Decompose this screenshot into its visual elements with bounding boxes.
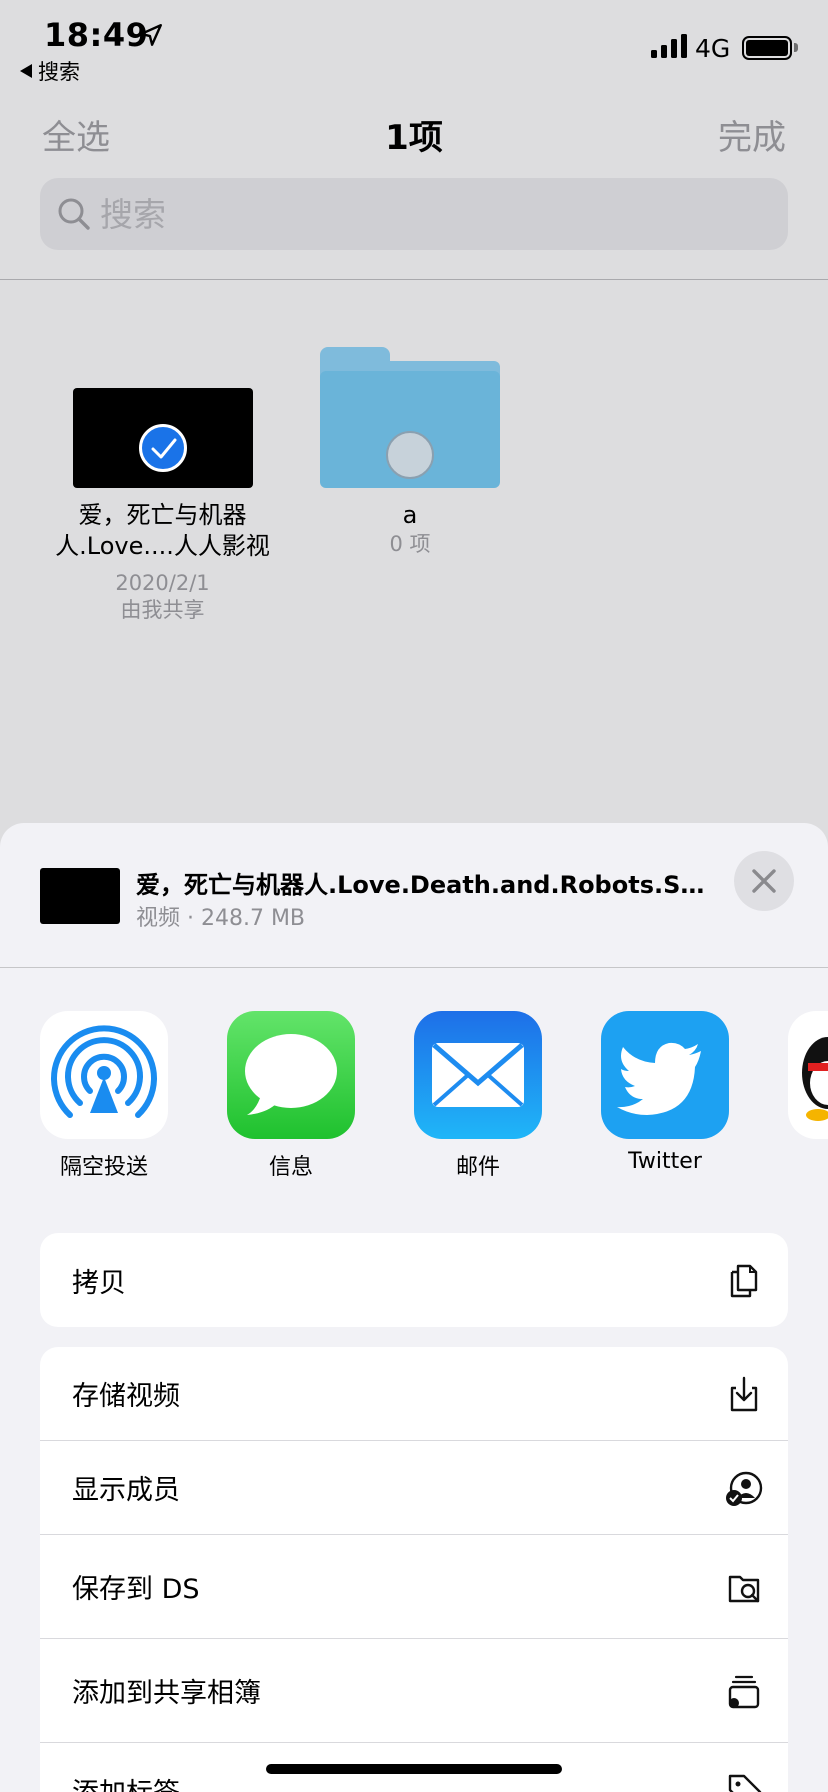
status-time: 18:49 (44, 16, 149, 54)
share-app-twitter[interactable]: Twitter (600, 1011, 730, 1174)
airdrop-icon (40, 1011, 168, 1139)
selected-checkmark-icon (138, 424, 187, 472)
folder-count: 0 项 (389, 532, 431, 556)
action-show-members[interactable]: 显示成员 (40, 1441, 788, 1535)
action-copy[interactable]: 拷贝 (40, 1233, 788, 1327)
back-triangle-icon (20, 64, 32, 78)
file-item-video[interactable]: 爱，死亡与机器 人.Love....人人影视 2020/2/1 由我共享 (40, 340, 285, 624)
share-app-label: Twitter (628, 1149, 702, 1174)
action-add-to-shared-album[interactable]: 添加到共享相簿 (40, 1639, 788, 1743)
twitter-icon (601, 1011, 729, 1139)
members-icon (726, 1471, 763, 1506)
action-label: 添加到共享相簿 (72, 1678, 261, 1709)
share-apps-row: 隔空投送 信息 邮件 Twitter (0, 1011, 828, 1180)
share-app-label: 信息 (268, 1155, 313, 1180)
close-button[interactable] (734, 851, 794, 911)
back-to-app-button[interactable]: 搜索 (20, 56, 80, 86)
share-sheet-header: 爱，死亡与机器人.Love.Death.and.Robots.S01E... 视… (0, 823, 828, 967)
shared-album-icon (728, 1675, 760, 1708)
action-group-main: 存储视频 显示成员 保存到 DS 添加到共享相簿 (40, 1347, 788, 1792)
back-app-label: 搜索 (38, 60, 80, 84)
messages-icon (227, 1011, 355, 1139)
folder-name: a (402, 501, 418, 529)
done-button[interactable]: 完成 (718, 110, 786, 159)
action-label: 拷贝 (72, 1267, 126, 1299)
location-arrow-icon (140, 24, 162, 46)
mail-icon (414, 1011, 542, 1139)
share-app-label: 邮件 (455, 1155, 500, 1180)
action-label: 存储视频 (72, 1381, 180, 1412)
status-bar: 18:49 搜索 4G (0, 0, 828, 90)
action-label: 保存到 DS (72, 1574, 200, 1605)
page-title: 1项 (385, 118, 443, 158)
divider (0, 279, 828, 280)
share-item-subtitle: 视频 · 248.7 MB (136, 906, 306, 931)
battery-cap (794, 43, 798, 52)
file-shared-status: 由我共享 (120, 598, 205, 622)
share-app-messages[interactable]: 信息 (226, 1011, 356, 1181)
share-app-qq[interactable] (787, 1011, 828, 1149)
close-icon (752, 869, 776, 893)
share-sheet: 爱，死亡与机器人.Love.Death.and.Robots.S01E... 视… (0, 823, 828, 1792)
selection-circle-icon (386, 431, 434, 479)
folder-item-a[interactable]: a 0 项 (310, 340, 510, 558)
action-save-to-ds[interactable]: 保存到 DS (40, 1535, 788, 1639)
network-type: 4G (695, 34, 731, 63)
cellular-signal-icon (651, 34, 687, 58)
qq-icon (788, 1011, 828, 1139)
video-thumbnail (72, 388, 253, 488)
share-app-airdrop[interactable]: 隔空投送 (39, 1011, 169, 1181)
copy-icon (730, 1264, 758, 1298)
share-item-thumbnail (40, 868, 120, 924)
folder-search-icon (728, 1575, 760, 1602)
action-save-video[interactable]: 存储视频 (40, 1347, 788, 1441)
file-name: 爱，死亡与机器 人.Love....人人影视 (55, 501, 270, 560)
action-label: 显示成员 (72, 1475, 180, 1506)
home-indicator (266, 1764, 562, 1774)
battery-icon (742, 36, 792, 60)
tag-icon (728, 1774, 762, 1792)
download-icon (730, 1376, 758, 1411)
folder-icon (320, 347, 500, 488)
search-icon (58, 198, 90, 230)
search-input[interactable] (100, 178, 760, 250)
share-app-label: 隔空投送 (59, 1155, 148, 1180)
share-item-title: 爱，死亡与机器人.Love.Death.and.Robots.S01E... (136, 871, 716, 899)
share-app-mail[interactable]: 邮件 (413, 1011, 543, 1181)
action-label: 添加标签 (72, 1743, 180, 1792)
sheet-divider (0, 967, 828, 968)
search-bar[interactable] (40, 178, 788, 250)
file-date: 2020/2/1 (115, 571, 210, 595)
action-group-copy: 拷贝 (40, 1233, 788, 1327)
